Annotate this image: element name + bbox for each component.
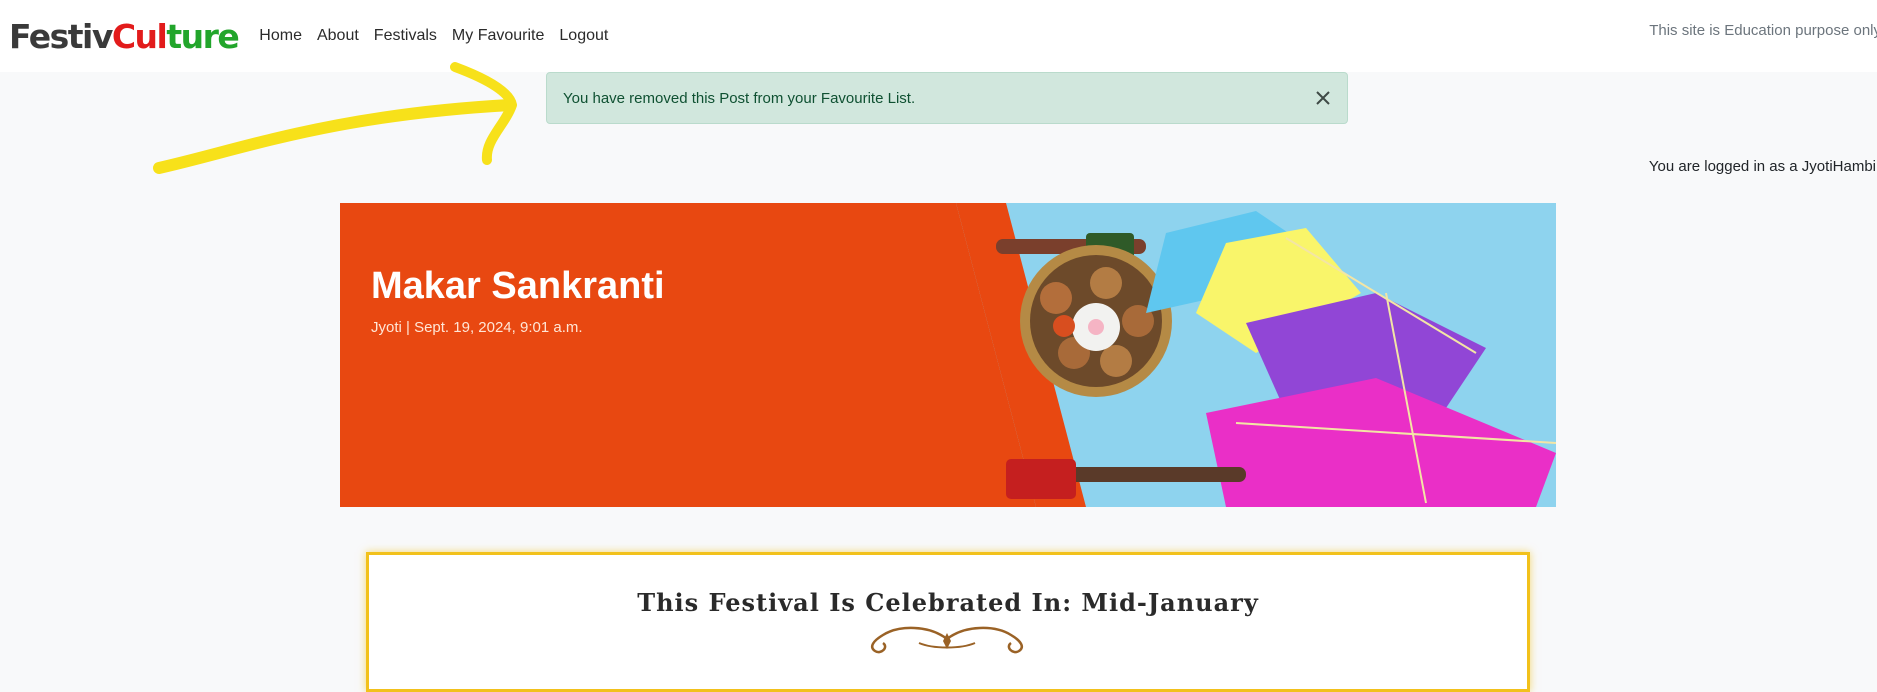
brand-logo[interactable]: FestivCulture — [9, 16, 240, 56]
annotation-arrow — [153, 62, 517, 174]
nav-about[interactable]: About — [317, 27, 359, 45]
post-title: Makar Sankranti — [371, 265, 665, 307]
post-hero-banner: Makar Sankranti Jyoti | Sept. 19, 2024, … — [340, 203, 1556, 507]
nav-logout[interactable]: Logout — [559, 27, 608, 45]
brand-part-1: Festiv — [9, 16, 113, 56]
brand-part-3: ture — [166, 16, 239, 56]
celebrated-card: This Festival Is Celebrated In: Mid-Janu… — [366, 552, 1530, 692]
nav-home[interactable]: Home — [259, 27, 302, 45]
festival-image — [956, 203, 1556, 507]
nav-festivals[interactable]: Festivals — [374, 27, 437, 45]
nav-my-favourite[interactable]: My Favourite — [452, 27, 544, 45]
close-icon[interactable] — [1311, 86, 1335, 110]
brand-part-2: Cul — [111, 16, 168, 56]
ornament-divider-icon — [871, 626, 1023, 654]
alert-success: You have removed this Post from your Fav… — [546, 72, 1348, 124]
post-meta: Jyoti | Sept. 19, 2024, 9:01 a.m. — [371, 319, 583, 336]
logged-in-status: You are logged in as a JyotiHambir — [1648, 158, 1877, 175]
nav-links: Home About Festivals My Favourite Logout — [259, 27, 623, 45]
site-note: This site is Education purpose only — [1649, 22, 1877, 39]
alert-message: You have removed this Post from your Fav… — [563, 89, 916, 107]
celebrated-heading: This Festival Is Celebrated In: Mid-Janu… — [637, 588, 1259, 617]
